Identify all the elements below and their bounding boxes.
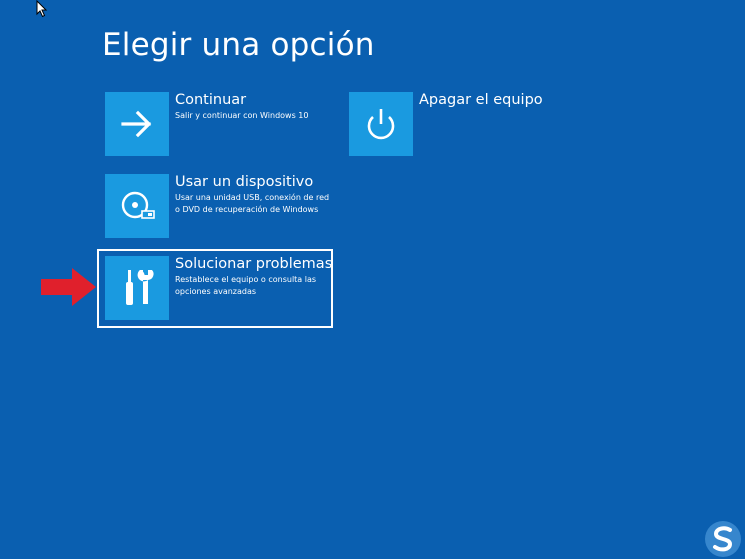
- power-icon: [367, 109, 395, 140]
- device-option[interactable]: Usar un dispositivo Usar una unidad USB,…: [105, 174, 345, 238]
- troubleshoot-tile[interactable]: [105, 256, 169, 320]
- shutdown-label: Apagar el equipo: [419, 92, 543, 108]
- disc-drive-icon: [121, 191, 155, 219]
- continue-label: Continuar: [175, 92, 247, 108]
- troubleshoot-option[interactable]: Solucionar problemas Restablece el equip…: [105, 256, 333, 320]
- page-title: Elegir una opción: [102, 27, 375, 63]
- troubleshoot-label: Solucionar problemas: [175, 256, 333, 272]
- mouse-pointer-icon: [36, 0, 48, 18]
- continue-tile[interactable]: [105, 92, 169, 156]
- device-tile[interactable]: [105, 174, 169, 238]
- tools-icon: [126, 270, 154, 305]
- shutdown-option[interactable]: Apagar el equipo: [349, 92, 589, 156]
- troubleshoot-description: Restablece el equipo o consulta las opci…: [175, 275, 317, 296]
- red-arrow-annotation-icon: [41, 268, 96, 306]
- continue-option[interactable]: Continuar Salir y continuar con Windows …: [105, 92, 345, 156]
- brand-logo-icon: [705, 521, 741, 557]
- device-label: Usar un dispositivo: [175, 174, 314, 190]
- device-description: Usar una unidad USB, conexión de red o D…: [175, 193, 330, 214]
- continue-description: Salir y continuar con Windows 10: [175, 111, 309, 120]
- arrow-right-icon: [121, 110, 152, 138]
- shutdown-tile[interactable]: [349, 92, 413, 156]
